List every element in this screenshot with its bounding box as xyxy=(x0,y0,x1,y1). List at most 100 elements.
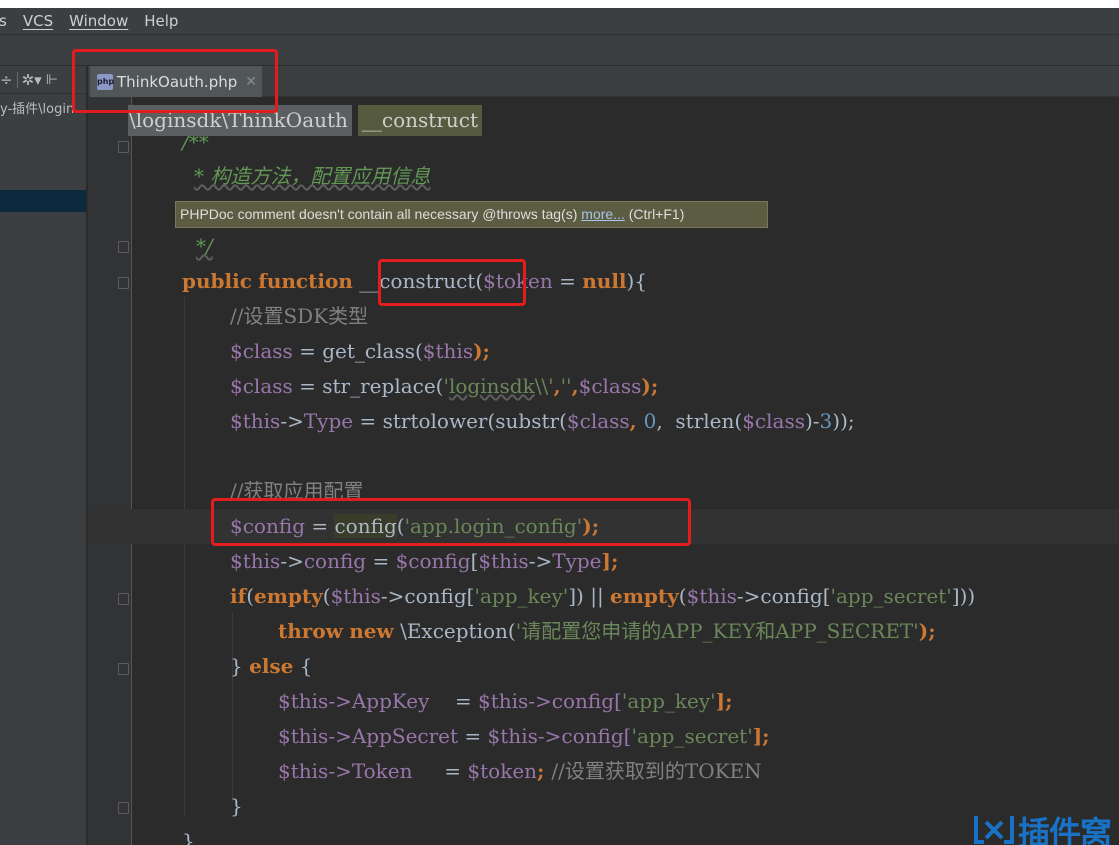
brace: } xyxy=(230,794,243,818)
code-text: ->config[ xyxy=(537,724,632,748)
kw-public: public xyxy=(182,269,252,293)
annotation-box-config xyxy=(211,498,691,546)
code-text: ); xyxy=(641,374,659,398)
kw-function: function xyxy=(258,269,353,293)
var-this: $this xyxy=(230,549,281,573)
tooltip-shortcut: (Ctrl+F1) xyxy=(624,206,685,222)
kw-empty: empty xyxy=(254,584,323,608)
watermark-text: 插件窝 xyxy=(1018,814,1112,845)
var-this: $this xyxy=(478,549,529,573)
code-line-token: $this->Token = $token; //设置获取到的TOKEN xyxy=(88,754,1119,789)
string: '请配置您申请的APP_KEY和APP_SECRET' xyxy=(515,619,919,643)
menu-item-partial[interactable]: s xyxy=(0,12,15,30)
kw-if: if xyxy=(230,584,247,608)
code-line-else: } else { xyxy=(88,649,1119,684)
var-this: $this xyxy=(278,689,329,713)
code-text: = get_class( xyxy=(292,339,423,363)
var-this: $this xyxy=(278,724,329,748)
brace: { xyxy=(293,654,313,678)
code-text: ); xyxy=(473,339,490,363)
menu-item-window[interactable]: Window xyxy=(61,12,136,30)
menu-item-help[interactable]: Help xyxy=(136,12,186,30)
kw-null: null xyxy=(582,269,627,293)
project-tree-selected-row[interactable] xyxy=(0,190,86,212)
code-text: )); xyxy=(832,409,855,433)
arrow: -> xyxy=(528,549,553,573)
arrow: -> xyxy=(280,409,304,433)
code-line-doc-desc: * 构造方法，配置应用信息 xyxy=(88,159,1119,194)
var-config: $config xyxy=(395,549,471,573)
var-token: $token xyxy=(467,759,538,783)
comment: //设置SDK类型 xyxy=(230,304,369,328)
prop-appsecret: ->AppSecret xyxy=(328,724,459,748)
var-this: $this xyxy=(487,724,538,748)
kw-throw: throw xyxy=(278,619,343,643)
string: 'app_key' xyxy=(474,584,569,608)
code-text: ]; xyxy=(601,549,619,573)
code-text: ->config[ xyxy=(528,689,622,713)
number: 3 xyxy=(819,409,833,433)
code-text: = xyxy=(412,759,468,783)
code-line-doc-close: */ xyxy=(88,229,1119,264)
kw-new: new xyxy=(349,619,394,643)
code-editor[interactable]: \loginsdk\ThinkOauth __construct /** * 构… xyxy=(88,97,1119,845)
equals: = xyxy=(552,269,583,293)
code-line-get-class: $class = get_class($this); xyxy=(88,334,1119,369)
toolbar-separator xyxy=(16,71,18,88)
code-text: ->config[ xyxy=(380,584,475,608)
string: '' xyxy=(560,374,572,398)
divide-icon[interactable]: ÷ xyxy=(0,71,13,89)
arrow: -> xyxy=(280,549,304,573)
prop-config: config xyxy=(303,549,367,573)
string: 'app_key' xyxy=(621,689,716,713)
code-text: = xyxy=(366,549,396,573)
var-class: $class xyxy=(230,374,293,398)
code-text: ->config[ xyxy=(736,584,831,608)
code-line-str-replace: $class = str_replace('loginsdk\\','',$cl… xyxy=(88,369,1119,404)
paren: ( xyxy=(678,584,687,608)
brace: } xyxy=(182,829,195,845)
prop-token: ->Token xyxy=(328,759,413,783)
comma: , xyxy=(553,374,561,398)
menu-item-vcs[interactable]: VCS xyxy=(15,12,61,30)
string: 'app_secret' xyxy=(631,724,753,748)
code-text: = xyxy=(429,689,478,713)
code-line-if: if(empty($this->config['app_key']) || em… xyxy=(88,579,1119,614)
menu-bar: s VCS Window Help xyxy=(0,8,1119,35)
breadcrumb-method[interactable]: __construct xyxy=(357,105,483,136)
layout-icon[interactable]: ⊩ xyxy=(46,72,58,88)
code-text: = strtolower(substr( xyxy=(353,409,567,433)
code-text: = xyxy=(458,724,488,748)
var-this: $this xyxy=(422,339,474,363)
gear-icon[interactable]: ✲▾ xyxy=(22,71,42,89)
code-text: )- xyxy=(804,409,820,433)
class-exception: \Exception( xyxy=(393,619,516,643)
tooltip-more-link[interactable]: more... xyxy=(581,206,625,222)
prop-type: Type xyxy=(303,409,354,433)
code-text: ])) xyxy=(951,584,976,608)
code-line-appsecret: $this->AppSecret = $this->config['app_se… xyxy=(88,719,1119,754)
string: \\' xyxy=(534,374,554,398)
var-class: $class xyxy=(230,339,293,363)
code-line-close-else: } xyxy=(88,789,1119,824)
var-this: $this xyxy=(230,409,281,433)
brace: } xyxy=(230,654,250,678)
var-this: $this xyxy=(477,689,529,713)
code-line-comment-sdk: //设置SDK类型 xyxy=(88,299,1119,334)
code-text: ]; xyxy=(715,689,733,713)
brace-open: ){ xyxy=(626,269,648,293)
watermark-icon xyxy=(974,816,1014,844)
project-panel: ÷ ✲▾ ⊩ y-插件\login xyxy=(0,66,87,845)
doc-close: */ xyxy=(196,234,213,258)
annotation-box-tab xyxy=(72,49,278,113)
var-class: $class xyxy=(578,374,642,398)
number: 0 xyxy=(643,409,657,433)
top-strip xyxy=(0,0,1119,8)
phpdoc-tooltip: PHPDoc comment doesn't contain all neces… xyxy=(175,201,768,228)
project-tree-path[interactable]: y-插件\login xyxy=(0,98,74,117)
code-text: ]; xyxy=(752,724,770,748)
kw-else: else xyxy=(249,654,294,678)
prop-type: Type xyxy=(552,549,602,573)
var-class: $class xyxy=(742,409,805,433)
var-this: $this xyxy=(686,584,737,608)
